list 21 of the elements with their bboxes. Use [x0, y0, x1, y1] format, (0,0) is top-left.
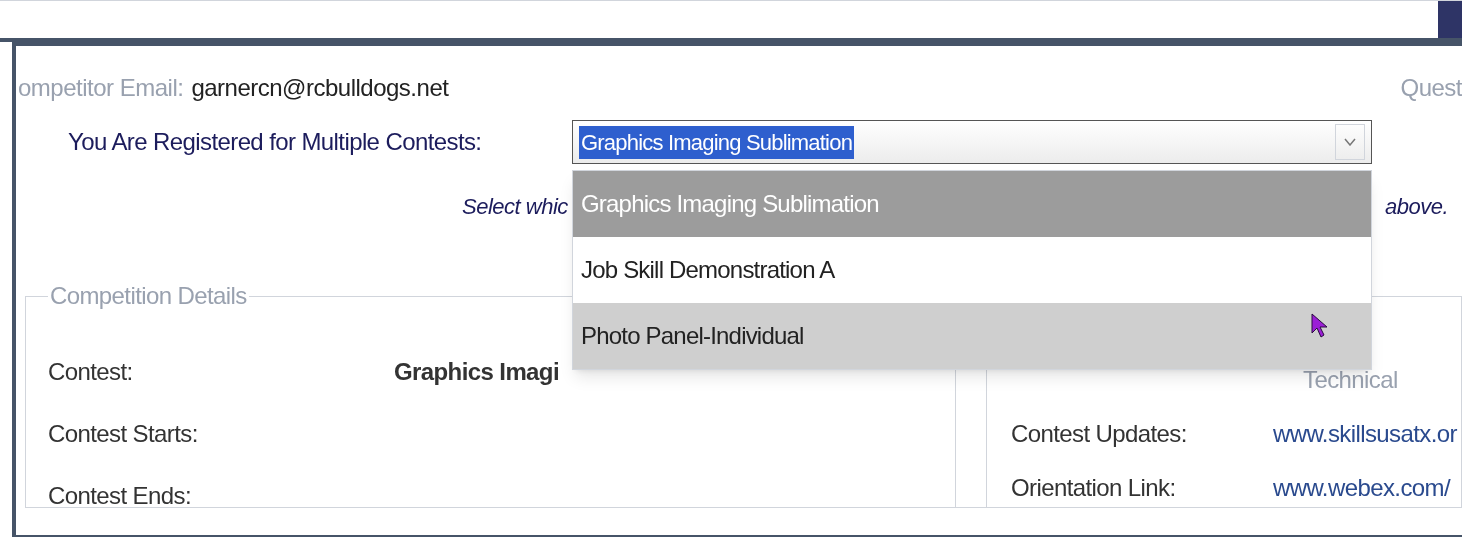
competition-details-legend: Competition Details: [48, 278, 249, 314]
contest-select[interactable]: Graphics Imaging Sublimation: [572, 120, 1372, 164]
contests-label: You Are Registered for Multiple Contests:: [68, 127, 483, 157]
email-value: garnercn@rcbulldogs.net: [191, 73, 449, 103]
email-label: ompetitor Email:: [18, 73, 184, 103]
questions-label: Quest: [1400, 73, 1462, 103]
header-block: [1438, 1, 1462, 38]
detail-label: Contest Ends:: [48, 481, 192, 511]
detail-label: Contest:: [48, 357, 134, 387]
detail-label: Contest Starts:: [48, 419, 199, 449]
detail-label: Contest Updates:: [1011, 419, 1188, 449]
dropdown-option[interactable]: Photo Panel-Individual: [573, 303, 1371, 369]
instruction-text: Select whic: [462, 192, 568, 221]
instruction-text-end: above.: [1384, 192, 1448, 221]
detail-label: Orientation Link:: [1011, 473, 1177, 503]
chevron-down-icon: [1335, 124, 1365, 160]
detail-value: Graphics Imagi: [394, 357, 559, 387]
dropdown-option[interactable]: Job Skill Demonstration A: [573, 237, 1371, 303]
mouse-pointer-icon: [1311, 313, 1329, 339]
detail-link[interactable]: www.webex.com/: [1273, 470, 1450, 506]
detail-link[interactable]: www.skillsusatx.or: [1273, 416, 1457, 452]
